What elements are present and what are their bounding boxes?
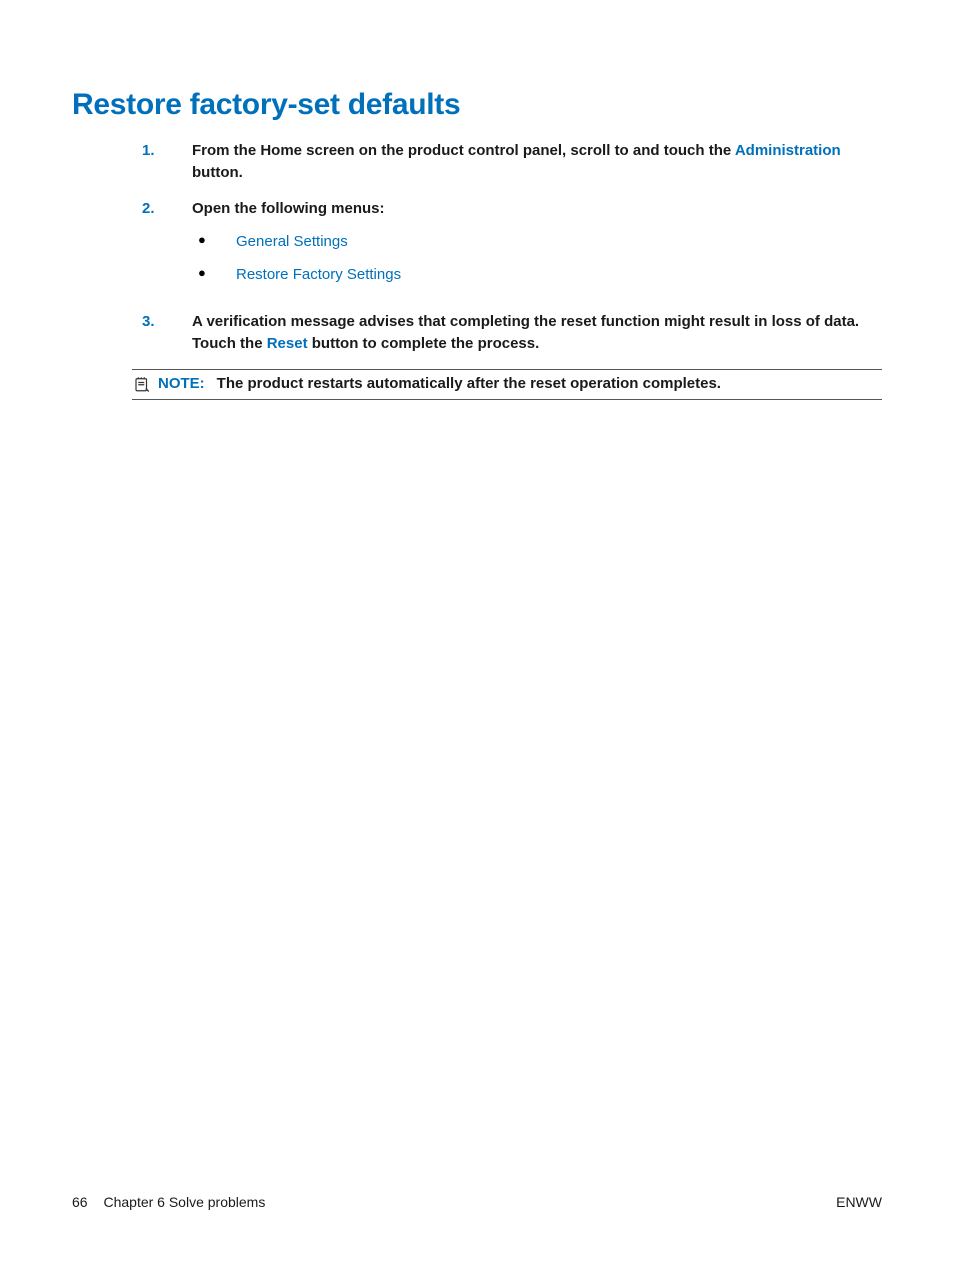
- step-text: Open the following menus:: [192, 200, 385, 217]
- note-icon: [132, 374, 152, 394]
- sub-bullet-list: ● General Settings ● Restore Factory Set…: [192, 231, 882, 285]
- page-title: Restore factory-set defaults: [72, 88, 882, 122]
- ui-reference-reset: Reset: [267, 335, 308, 352]
- bullet-item: ● General Settings: [192, 231, 882, 252]
- bullet-glyph: ●: [192, 231, 236, 249]
- step-text: From the Home screen on the product cont…: [192, 142, 735, 159]
- bullet-glyph: ●: [192, 264, 236, 282]
- note-text: The product restarts automatically after…: [217, 375, 721, 392]
- ordered-steps-list: 1. From the Home screen on the product c…: [72, 140, 882, 355]
- footer-right: ENWW: [836, 1194, 882, 1210]
- note-callout: NOTE: The product restarts automatically…: [132, 369, 882, 400]
- bullet-text-restore-factory-settings: Restore Factory Settings: [236, 264, 882, 285]
- step-3: 3. A verification message advises that c…: [72, 311, 882, 355]
- bullet-text-general-settings: General Settings: [236, 231, 882, 252]
- step-number: 3.: [72, 311, 192, 333]
- step-body: From the Home screen on the product cont…: [192, 140, 882, 184]
- page-container: Restore factory-set defaults 1. From the…: [0, 0, 954, 1270]
- step-text: button to complete the process.: [308, 335, 540, 352]
- page-number: 66: [72, 1194, 88, 1210]
- footer-left: 66 Chapter 6 Solve problems: [72, 1194, 265, 1210]
- page-footer: 66 Chapter 6 Solve problems ENWW: [72, 1194, 882, 1210]
- bullet-item: ● Restore Factory Settings: [192, 264, 882, 285]
- step-2: 2. Open the following menus: ● General S…: [72, 198, 882, 298]
- step-number: 1.: [72, 140, 192, 162]
- step-number: 2.: [72, 198, 192, 220]
- step-body: Open the following menus: ● General Sett…: [192, 198, 882, 298]
- note-label: NOTE:: [158, 375, 205, 392]
- step-text: button.: [192, 164, 243, 181]
- chapter-label: Chapter 6 Solve problems: [103, 1194, 265, 1210]
- step-body: A verification message advises that comp…: [192, 311, 882, 355]
- ui-reference-administration: Administration: [735, 142, 841, 159]
- step-1: 1. From the Home screen on the product c…: [72, 140, 882, 184]
